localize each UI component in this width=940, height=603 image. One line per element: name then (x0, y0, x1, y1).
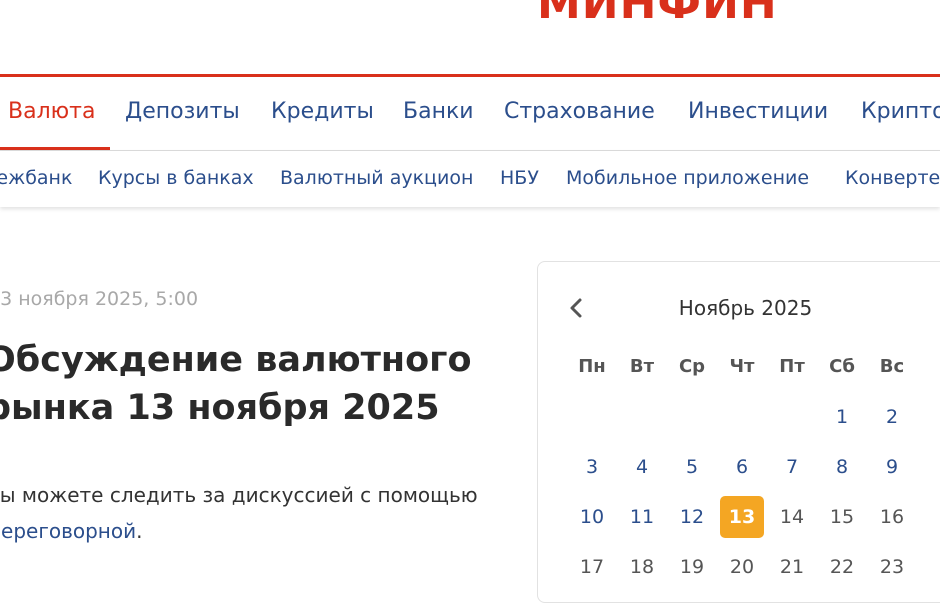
main-nav-item-investments[interactable]: Инвестиции (688, 77, 828, 147)
calendar-month-label: Ноябрь 2025 (678, 296, 813, 320)
sub-nav: Межбанк Курсы в банках Валютный аукцион … (0, 151, 940, 207)
sub-nav-item-bank-rates[interactable]: Курсы в банках (98, 151, 254, 205)
calendar-day[interactable]: 18 (620, 546, 664, 588)
main-nav-item-insurance[interactable]: Страхование (504, 77, 655, 147)
sub-nav-item-interbank[interactable]: Межбанк (0, 151, 72, 205)
active-tab-indicator (0, 147, 110, 150)
main-nav: Валюта Депозиты Кредиты Банки Страховани… (0, 77, 940, 151)
calendar-day[interactable]: 8 (820, 446, 864, 488)
calendar-day[interactable]: 5 (670, 446, 714, 488)
calendar-day[interactable]: 21 (770, 546, 814, 588)
calendar-day[interactable]: 17 (570, 546, 614, 588)
calendar-day[interactable]: 2 (870, 396, 914, 438)
calendar-day[interactable]: 3 (570, 446, 614, 488)
calendar-day[interactable]: 1 (820, 396, 864, 438)
weekday-header: Вт (629, 356, 655, 377)
chevron-left-icon[interactable] (566, 297, 588, 319)
main-nav-item-banks[interactable]: Банки (403, 77, 474, 147)
calendar-day-today[interactable]: 13 (720, 496, 764, 538)
weekday-header: Сб (829, 356, 855, 377)
main-nav-item-credits[interactable]: Кредиты (271, 77, 374, 147)
article-body-text: Вы можете следить за дискуссией с помощь… (0, 483, 478, 507)
negotiation-room-link[interactable]: Переговорной (0, 519, 136, 543)
article-title: Обсуждение валютного рынка 13 ноября 202… (0, 340, 472, 428)
calendar-day[interactable]: 16 (870, 496, 914, 538)
calendar-day[interactable]: 14 (770, 496, 814, 538)
article-body: Вы можете следить за дискуссией с помощь… (0, 477, 506, 549)
calendar-day[interactable]: 19 (670, 546, 714, 588)
main-nav-item-deposits[interactable]: Депозиты (125, 77, 240, 147)
weekday-header: Пн (578, 356, 606, 377)
calendar-day[interactable]: 7 (770, 446, 814, 488)
calendar-widget: Ноябрь 2025 Пн Вт Ср Чт Пт Сб Вс 1 2 3 4 5 6 7 8 9 10 11 1… (537, 261, 940, 603)
calendar-day[interactable]: 15 (820, 496, 864, 538)
sub-nav-item-currency-auction[interactable]: Валютный аукцион (280, 151, 473, 205)
weekday-header: Чт (729, 356, 755, 377)
calendar-day[interactable]: 9 (870, 446, 914, 488)
article-body-suffix: . (136, 519, 143, 543)
calendar-day[interactable]: 4 (620, 446, 664, 488)
weekday-header: Пт (779, 356, 805, 377)
calendar-day[interactable]: 12 (670, 496, 714, 538)
calendar-day[interactable]: 10 (570, 496, 614, 538)
calendar-day[interactable]: 11 (620, 496, 664, 538)
sub-nav-item-nbu[interactable]: НБУ (500, 151, 539, 205)
sub-nav-item-mobile-app[interactable]: Мобильное приложение (566, 151, 809, 205)
weekday-header: Ср (678, 356, 706, 377)
minfin-logo[interactable]: МИНФИН (537, 0, 778, 29)
main-nav-item-crypto[interactable]: Крипто (861, 77, 940, 147)
main-nav-item-currency[interactable]: Валюта (8, 77, 95, 147)
weekday-header: Вс (879, 356, 905, 377)
calendar-day[interactable]: 22 (820, 546, 864, 588)
calendar-day[interactable]: 6 (720, 446, 764, 488)
article-date: 13 ноября 2025, 5:00 (0, 288, 199, 310)
sub-nav-item-converter[interactable]: Конвертер (845, 151, 940, 205)
calendar-day[interactable]: 23 (870, 546, 914, 588)
calendar-day[interactable]: 20 (720, 546, 764, 588)
